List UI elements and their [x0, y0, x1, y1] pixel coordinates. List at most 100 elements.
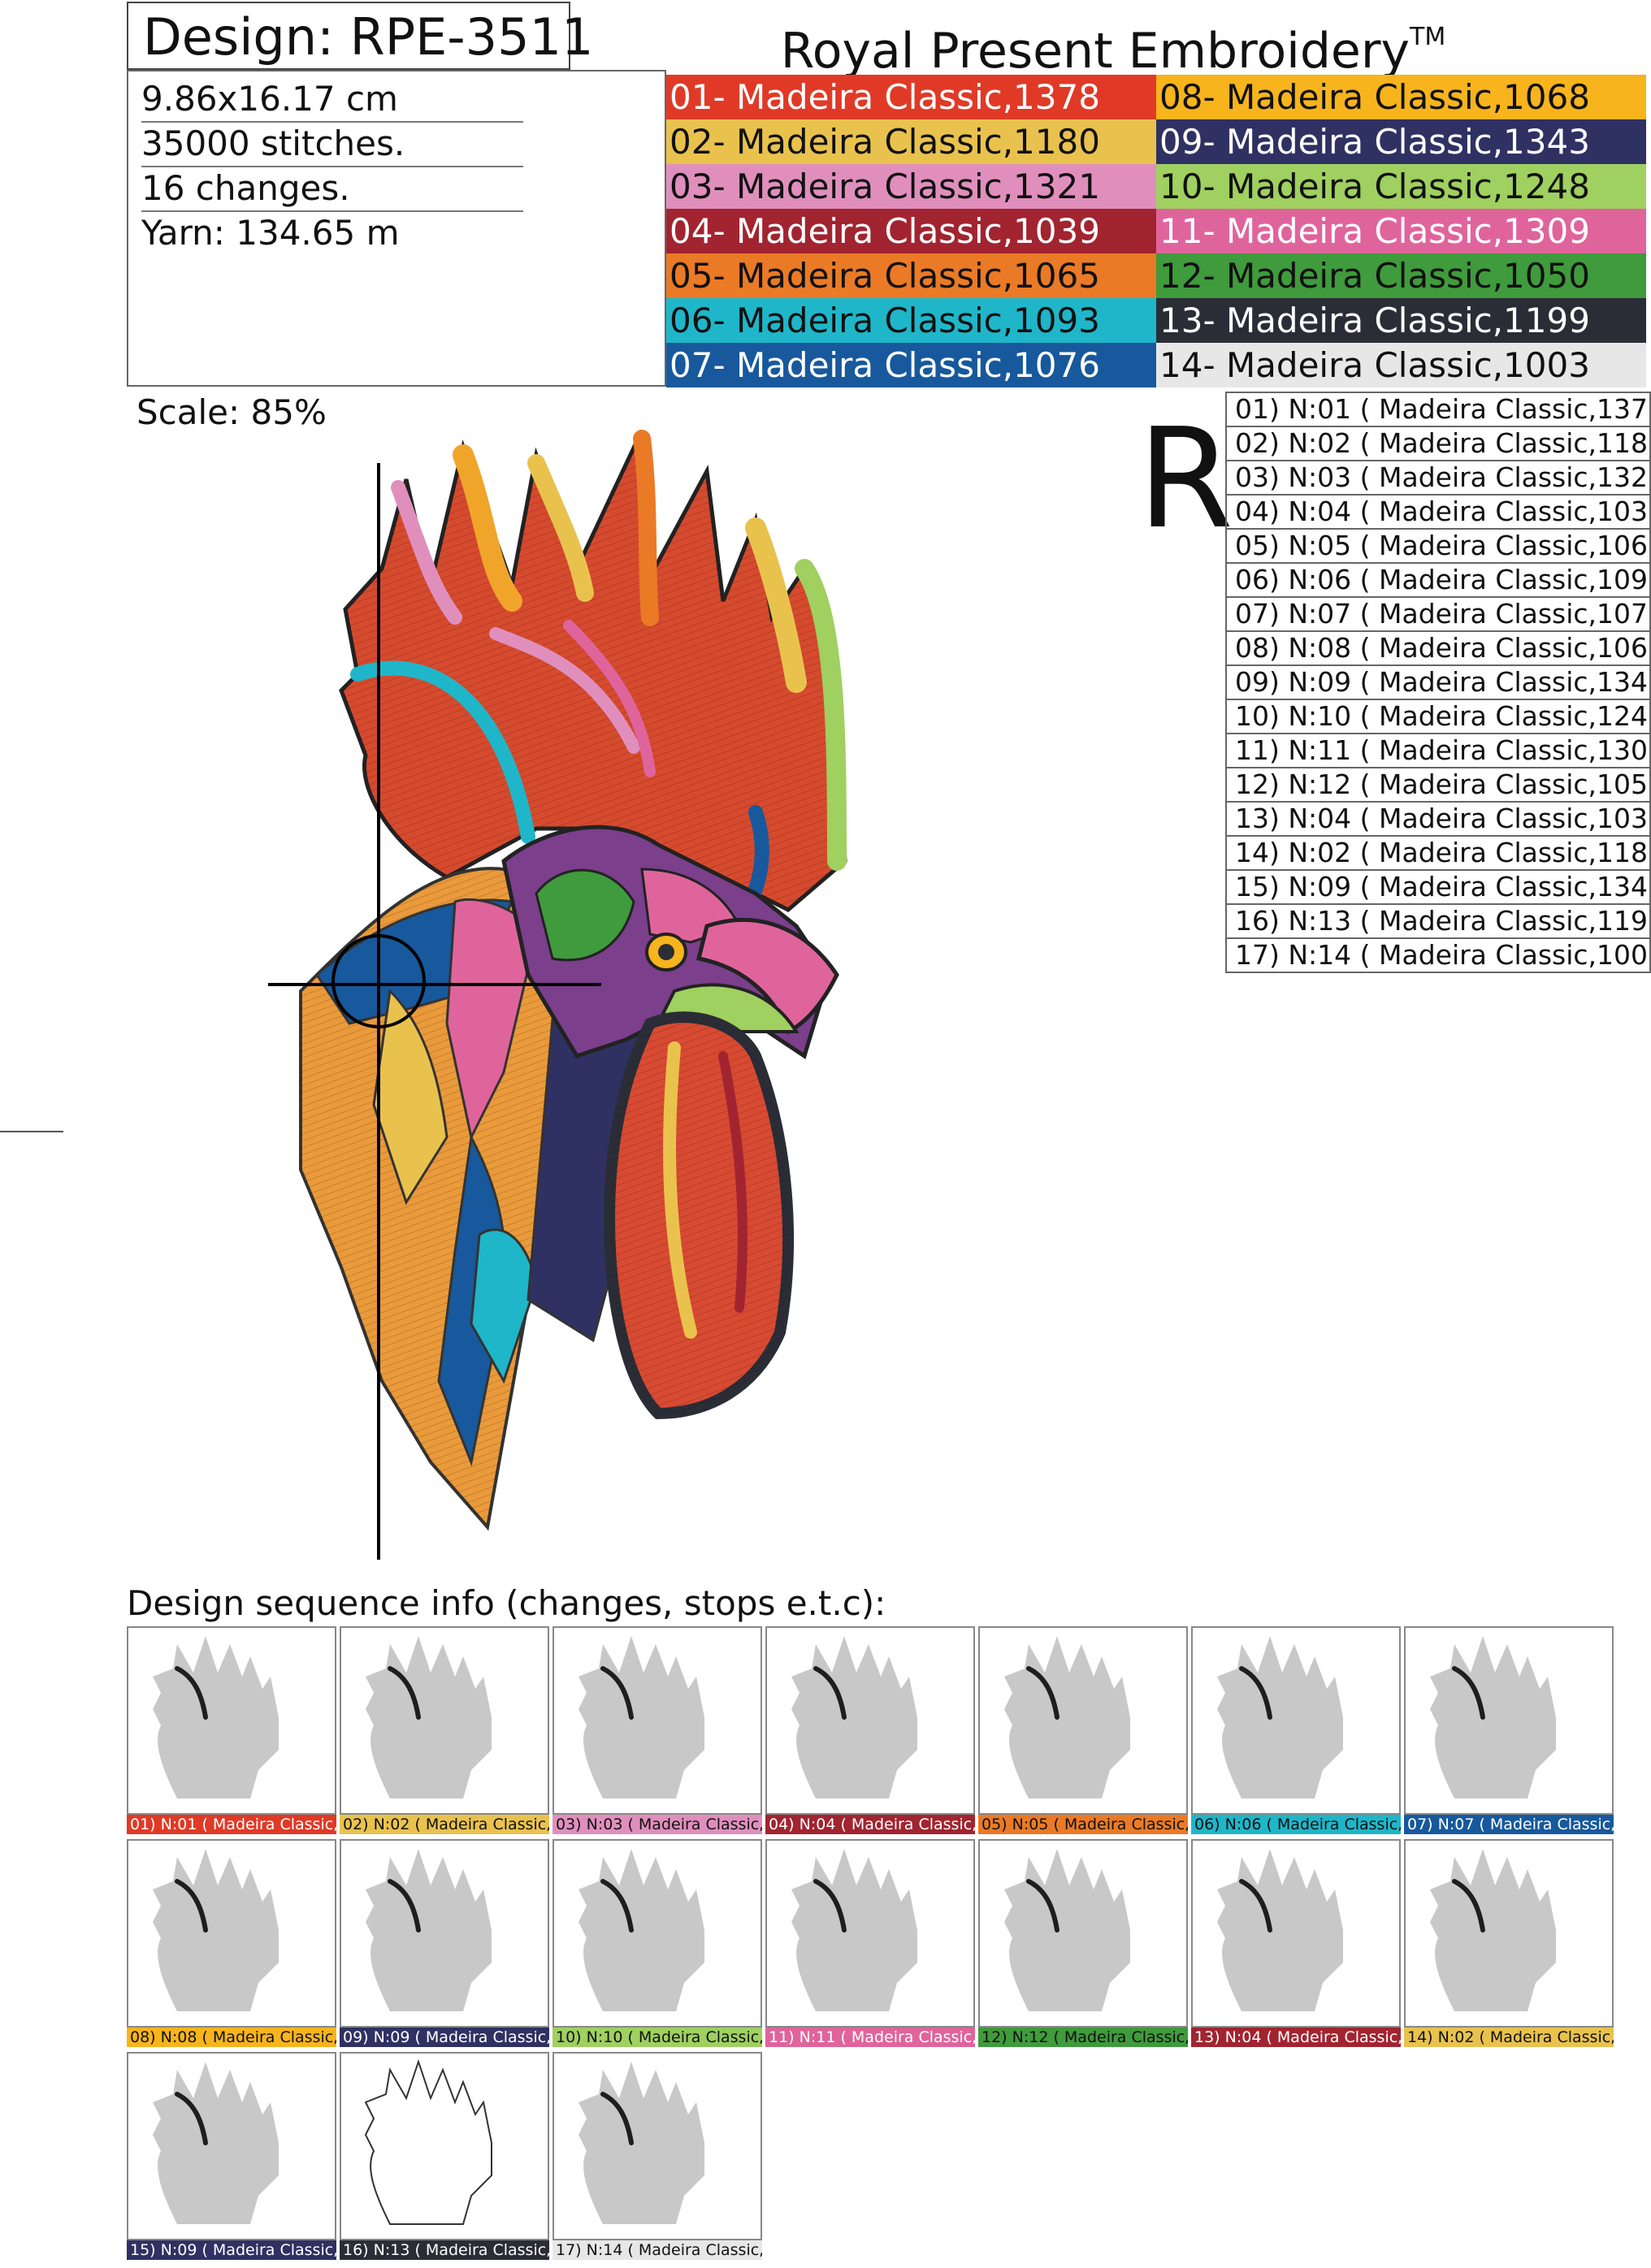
yarn-text: Yarn: 134.65 m	[141, 213, 400, 253]
sequence-row: 06) N:06 ( Madeira Classic,1093)	[1227, 564, 1649, 598]
thumbnail-caption: 16) N:13 ( Madeira Classic,1199)	[340, 2240, 549, 2260]
thumbnail-caption: 05) N:05 ( Madeira Classic,1065)	[978, 1815, 1188, 1834]
thumbnail-caption: 02) N:02 ( Madeira Classic,1180)	[340, 1815, 549, 1834]
thumbnail-frame	[1404, 1626, 1614, 1815]
rooster-silhouette-icon	[153, 1849, 279, 2011]
thumbnail-caption: 06) N:06 ( Madeira Classic,1093)	[1191, 1815, 1401, 1834]
rooster-silhouette-icon	[578, 2062, 704, 2224]
stitches-text: 35000 stitches.	[141, 121, 523, 167]
rooster-silhouette-icon	[1217, 1636, 1343, 1798]
sequence-row: 09) N:09 ( Madeira Classic,1343)	[1227, 666, 1649, 700]
sequence-thumbnail: 11) N:11 ( Madeira Classic,1309)	[765, 1839, 975, 2049]
color-swatch: 02- Madeira Classic,1180	[666, 119, 1156, 164]
color-swatch: 09- Madeira Classic,1343	[1156, 119, 1646, 164]
color-swatch: 01- Madeira Classic,1378	[666, 75, 1156, 119]
color-swatch: 13- Madeira Classic,1199	[1156, 298, 1646, 343]
thumbnail-frame	[340, 1839, 549, 2028]
brand-title: Royal Present EmbroideryTM	[772, 3, 1454, 80]
rooster-silhouette-icon	[1217, 1849, 1343, 2011]
thumbnail-frame	[552, 1626, 762, 1815]
sequence-thumbnail: 14) N:02 ( Madeira Classic,1180)	[1404, 1839, 1614, 2049]
rooster-silhouette-icon	[1430, 1849, 1556, 2011]
orientation-letter: R	[1138, 399, 1234, 560]
sequence-row: 10) N:10 ( Madeira Classic,1248)	[1227, 700, 1649, 734]
thumbnail-caption: 08) N:08 ( Madeira Classic,1068)	[127, 2028, 336, 2047]
sequence-title: Design sequence info (changes, stops e.t…	[127, 1583, 886, 1623]
sequence-thumbnail: 06) N:06 ( Madeira Classic,1093)	[1191, 1626, 1401, 1836]
thumbnail-caption: 10) N:10 ( Madeira Classic,1248)	[552, 2028, 762, 2047]
rooster-silhouette-icon	[791, 1849, 917, 2011]
thumbnail-frame	[340, 2052, 549, 2240]
sequence-thumbnail: 05) N:05 ( Madeira Classic,1065)	[978, 1626, 1188, 1836]
sequence-thumbnail: 04) N:04 ( Madeira Classic,1039)	[765, 1626, 975, 1836]
sequence-thumbnail: 01) N:01 ( Madeira Classic,1378)	[127, 1626, 336, 1836]
size-text: 9.86x16.17 cm	[141, 76, 523, 123]
thumbnail-frame	[127, 1839, 336, 2028]
thumbnail-caption: 12) N:12 ( Madeira Classic,1050)	[978, 2028, 1188, 2047]
color-swatch: 04- Madeira Classic,1039	[666, 209, 1156, 253]
rooster-silhouette-icon	[1004, 1636, 1130, 1798]
thumbnail-caption: 15) N:09 ( Madeira Classic,1343)	[127, 2240, 336, 2260]
color-swatch: 14- Madeira Classic,1003	[1156, 343, 1646, 387]
thumbnail-frame	[340, 1626, 549, 1815]
thumbnail-caption: 17) N:14 ( Madeira Classic,1003)	[552, 2240, 762, 2260]
sequence-thumbnail: 03) N:03 ( Madeira Classic,1321)	[552, 1626, 762, 1836]
registration-tick-mark	[0, 1131, 63, 1132]
sequence-row: 02) N:02 ( Madeira Classic,1180)	[1227, 427, 1649, 461]
rooster-silhouette-icon	[153, 2062, 279, 2224]
rooster-silhouette-icon	[1004, 1849, 1130, 2011]
thread-color-chart: 01- Madeira Classic,1378 08- Madeira Clas…	[666, 75, 1646, 387]
sequence-row: 03) N:03 ( Madeira Classic,1321)	[1227, 461, 1649, 496]
sequence-thumbnail: 12) N:12 ( Madeira Classic,1050)	[978, 1839, 1188, 2049]
stitch-sequence-list: 01) N:01 ( Madeira Classic,1378) 02) N:02…	[1225, 392, 1651, 973]
rooster-embroidery-illustration	[268, 429, 847, 1560]
sequence-thumbnail: 17) N:14 ( Madeira Classic,1003)	[552, 2052, 762, 2262]
rooster-silhouette-icon	[1430, 1636, 1556, 1798]
sequence-row: 14) N:02 ( Madeira Classic,1180)	[1227, 837, 1649, 871]
sequence-row: 01) N:01 ( Madeira Classic,1378)	[1227, 393, 1649, 427]
rooster-silhouette-icon	[364, 2058, 492, 2225]
sequence-row: 17) N:14 ( Madeira Classic,1003)	[1227, 939, 1649, 973]
changes-text: 16 changes.	[141, 166, 523, 212]
thumbnail-frame	[765, 1626, 975, 1815]
sequence-row: 16) N:13 ( Madeira Classic,1199)	[1227, 905, 1649, 939]
thumbnail-frame	[978, 1839, 1188, 2028]
thumbnail-caption: 13) N:04 ( Madeira Classic,1039)	[1191, 2028, 1401, 2047]
thumbnail-frame	[1191, 1839, 1401, 2028]
sequence-row: 13) N:04 ( Madeira Classic,1039)	[1227, 803, 1649, 837]
thumbnail-caption: 01) N:01 ( Madeira Classic,1378)	[127, 1815, 336, 1834]
thumbnail-frame	[127, 2052, 336, 2240]
thumbnail-frame	[978, 1626, 1188, 1815]
sequence-thumbnail: 02) N:02 ( Madeira Classic,1180)	[340, 1626, 549, 1836]
thumbnail-frame	[1404, 1839, 1614, 2028]
trademark-symbol: TM	[1410, 23, 1446, 51]
color-swatch: 08- Madeira Classic,1068	[1156, 75, 1646, 119]
thumbnail-caption: 07) N:07 ( Madeira Classic,1076)	[1404, 1815, 1614, 1834]
rooster-silhouette-icon	[153, 1636, 279, 1798]
sequence-thumbnail: 13) N:04 ( Madeira Classic,1039)	[1191, 1839, 1401, 2049]
color-swatch: 11- Madeira Classic,1309	[1156, 209, 1646, 253]
thumbnail-frame	[765, 1839, 975, 2028]
color-swatch: 12- Madeira Classic,1050	[1156, 253, 1646, 298]
color-swatch: 10- Madeira Classic,1248	[1156, 164, 1646, 209]
thumbnail-caption: 11) N:11 ( Madeira Classic,1309)	[765, 2028, 975, 2047]
design-id-label: Design: RPE-3511	[127, 2, 593, 70]
sequence-row: 07) N:07 ( Madeira Classic,1076)	[1227, 598, 1649, 632]
sequence-row: 04) N:04 ( Madeira Classic,1039)	[1227, 496, 1649, 530]
design-info-box: 9.86x16.17 cm 35000 stitches. 16 changes…	[127, 70, 666, 387]
rooster-silhouette-icon	[791, 1636, 917, 1798]
sequence-row: 11) N:11 ( Madeira Classic,1309)	[1227, 734, 1649, 768]
color-swatch: 05- Madeira Classic,1065	[666, 253, 1156, 298]
sequence-row: 08) N:08 ( Madeira Classic,1068)	[1227, 632, 1649, 666]
sequence-thumbnail: 10) N:10 ( Madeira Classic,1248)	[552, 1839, 762, 2049]
sequence-row: 05) N:05 ( Madeira Classic,1065)	[1227, 530, 1649, 564]
sequence-thumbnail: 08) N:08 ( Madeira Classic,1068)	[127, 1839, 336, 2049]
thumbnail-frame	[127, 1626, 336, 1815]
thumbnail-frame	[1191, 1626, 1401, 1815]
color-swatch: 07- Madeira Classic,1076	[666, 343, 1156, 387]
thumbnail-caption: 14) N:02 ( Madeira Classic,1180)	[1404, 2028, 1614, 2047]
sequence-row: 12) N:12 ( Madeira Classic,1050)	[1227, 768, 1649, 803]
sequence-thumbnail: 09) N:09 ( Madeira Classic,1343)	[340, 1839, 549, 2049]
rooster-silhouette-icon	[578, 1849, 704, 2011]
rooster-silhouette-icon	[578, 1636, 704, 1798]
